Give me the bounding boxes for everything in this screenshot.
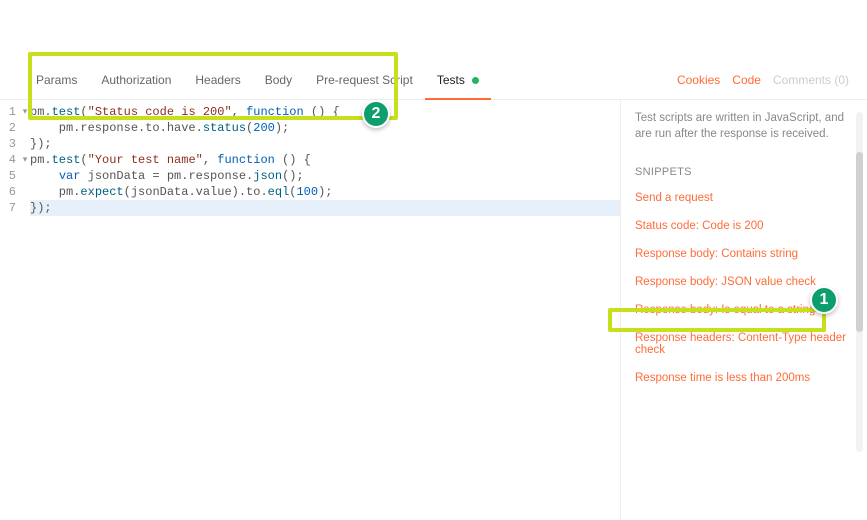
request-tabs: Params Authorization Headers Body Pre-re… — [0, 60, 867, 100]
fold-icon[interactable]: ▾ — [20, 152, 30, 168]
main-area: 1 2 3 4 5 6 7 ▾ ▾ pm.test("Status code i… — [0, 100, 867, 520]
line-number: 6 — [0, 184, 16, 200]
line-number: 5 — [0, 168, 16, 184]
tab-tests-label: Tests — [437, 73, 465, 87]
line-number: 2 — [0, 120, 16, 136]
cookies-link[interactable]: Cookies — [677, 73, 720, 87]
header-right-links: Cookies Code Comments (0) — [677, 73, 867, 87]
tab-prerequest[interactable]: Pre-request Script — [304, 60, 425, 100]
tab-authorization[interactable]: Authorization — [89, 60, 183, 100]
comments-link[interactable]: Comments (0) — [773, 73, 849, 87]
line-number: 3 — [0, 136, 16, 152]
callout-badge-2: 2 — [362, 100, 390, 128]
code-line: pm.response.to.have.status(200); — [30, 120, 620, 136]
snippet-send-request[interactable]: Send a request — [635, 192, 857, 204]
code-line: pm.test("Your test name", function () { — [30, 152, 620, 168]
helper-text: Test scripts are written in JavaScript, … — [635, 110, 857, 142]
snippet-content-type-header[interactable]: Response headers: Content-Type header ch… — [635, 332, 857, 356]
snippet-status-code-200[interactable]: Status code: Code is 200 — [635, 220, 857, 232]
tab-headers[interactable]: Headers — [183, 60, 252, 100]
fold-column: ▾ ▾ — [20, 104, 30, 520]
line-number: 4 — [0, 152, 16, 168]
code-line: }); — [30, 200, 620, 216]
snippet-response-time[interactable]: Response time is less than 200ms — [635, 372, 857, 384]
code-line: }); — [30, 136, 620, 152]
code-link[interactable]: Code — [732, 73, 761, 87]
tab-body[interactable]: Body — [253, 60, 304, 100]
code-body[interactable]: pm.test("Status code is 200", function (… — [30, 104, 620, 520]
snippet-body-contains-string[interactable]: Response body: Contains string — [635, 248, 857, 260]
code-line: var jsonData = pm.response.json(); — [30, 168, 620, 184]
tests-editor[interactable]: 1 2 3 4 5 6 7 ▾ ▾ pm.test("Status code i… — [0, 100, 621, 520]
code-line: pm.test("Status code is 200", function (… — [30, 104, 620, 120]
fold-icon[interactable]: ▾ — [20, 104, 30, 120]
callout-badge-1: 1 — [810, 286, 838, 314]
tab-params[interactable]: Params — [24, 60, 89, 100]
snippets-heading: SNIPPETS — [635, 166, 857, 178]
tests-active-dot-icon — [472, 77, 479, 84]
code-line: pm.expect(jsonData.value).to.eql(100); — [30, 184, 620, 200]
scrollbar-thumb[interactable] — [856, 152, 863, 332]
editor-gutter: 1 2 3 4 5 6 7 — [0, 104, 20, 520]
line-number: 7 — [0, 200, 16, 216]
scrollbar-track[interactable] — [856, 112, 863, 452]
line-number: 1 — [0, 104, 16, 120]
tab-tests[interactable]: Tests — [425, 60, 491, 100]
